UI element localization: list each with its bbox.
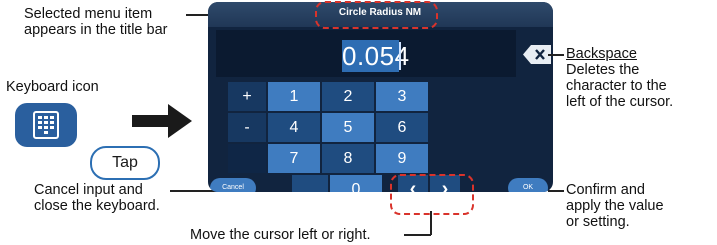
keyboard-icon-caption: Keyboard icon xyxy=(6,79,99,95)
key-9[interactable]: 9 xyxy=(376,144,428,173)
cursor-leader-vertical xyxy=(430,211,432,235)
value-text: 0.054 xyxy=(342,41,410,71)
text-cursor xyxy=(399,42,401,70)
key-6[interactable]: 6 xyxy=(376,113,428,142)
cursor-leader-horizontal xyxy=(404,234,431,236)
backspace-annotation: Backspace Deletes the character to the l… xyxy=(566,46,674,110)
numeric-keyboard-screen: Circle Radius NM 0.054 + 1 2 3 - 4 5 6 7… xyxy=(208,2,553,192)
minus-key[interactable]: - xyxy=(228,113,266,142)
cursor-move-annotation: Move the cursor left or right. xyxy=(190,227,371,243)
cancel-annotation: Cancel input and close the keyboard. xyxy=(34,182,160,214)
selected-item-annotation: Selected menu item appears in the title … xyxy=(24,6,168,38)
backspace-leader xyxy=(548,54,564,56)
key-3[interactable]: 3 xyxy=(376,82,428,111)
title-highlight xyxy=(315,1,438,29)
confirm-leader xyxy=(548,190,564,192)
key-8[interactable]: 8 xyxy=(322,144,374,173)
decimal-key[interactable]: . xyxy=(292,175,328,192)
backspace-icon[interactable] xyxy=(523,45,551,64)
ok-button[interactable]: OK xyxy=(508,178,548,192)
key-2[interactable]: 2 xyxy=(322,82,374,111)
key-5[interactable]: 5 xyxy=(322,113,374,142)
tap-callout: Tap xyxy=(90,146,160,180)
plus-key[interactable]: + xyxy=(228,82,266,111)
key-0[interactable]: 0 xyxy=(330,175,382,192)
key-1[interactable]: 1 xyxy=(268,82,320,111)
cursor-keys-highlight xyxy=(390,174,474,215)
confirm-annotation: Confirm and apply the value or setting. xyxy=(566,182,664,230)
blank-key[interactable] xyxy=(228,144,266,173)
key-7[interactable]: 7 xyxy=(268,144,320,173)
key-4[interactable]: 4 xyxy=(268,113,320,142)
keyboard-icon[interactable] xyxy=(15,103,77,147)
right-arrow-icon xyxy=(132,104,192,138)
cancel-button[interactable]: Cancel xyxy=(210,178,256,192)
